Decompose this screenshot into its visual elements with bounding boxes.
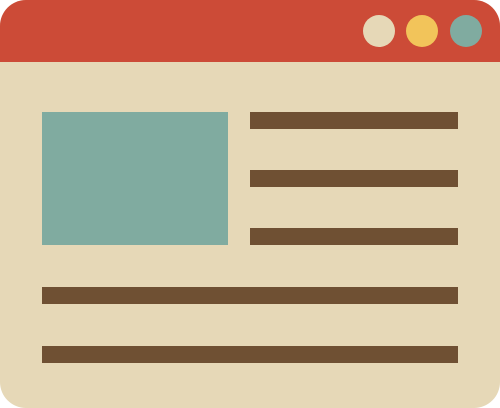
window-control-dot-icon-3 <box>450 15 482 47</box>
image-placeholder-icon <box>42 112 228 245</box>
text-line-3 <box>250 228 458 245</box>
text-line-4 <box>42 287 458 304</box>
window-content <box>0 62 500 408</box>
window-control-dot-icon-2 <box>406 15 438 47</box>
window-control-dot-icon-1 <box>363 15 395 47</box>
browser-window-icon <box>0 0 500 408</box>
text-line-2 <box>250 170 458 187</box>
title-bar <box>0 0 500 62</box>
text-line-5 <box>42 346 458 363</box>
text-line-1 <box>250 112 458 129</box>
